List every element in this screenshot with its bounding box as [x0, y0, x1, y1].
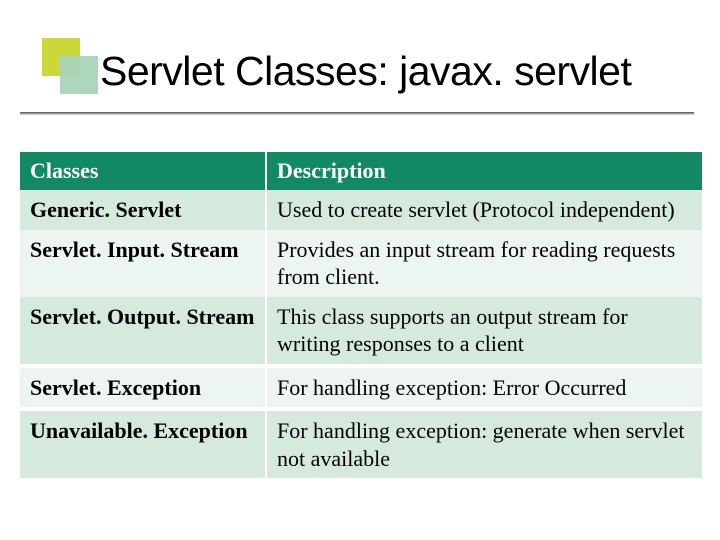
class-name-cell: Servlet. Output. Stream [20, 297, 266, 364]
col-header-classes: Classes [20, 152, 266, 190]
decor-square-front [60, 56, 98, 94]
table-row: Unavailable. Exception For handling exce… [20, 411, 702, 478]
class-name-cell: Servlet. Input. Stream [20, 230, 266, 297]
class-table-wrap: Classes Description Generic. Servlet Use… [0, 128, 720, 478]
slide: Servlet Classes: javax. servlet Classes … [0, 0, 720, 540]
class-table: Classes Description Generic. Servlet Use… [20, 152, 702, 478]
class-name-cell: Unavailable. Exception [20, 411, 266, 478]
table-row: Generic. Servlet Used to create servlet … [20, 190, 702, 230]
class-desc-cell: For handling exception: Error Occurred [266, 368, 702, 408]
title-underline [20, 112, 694, 115]
page-title: Servlet Classes: javax. servlet [100, 48, 631, 95]
class-name-cell: Generic. Servlet [20, 190, 266, 230]
table-row: Servlet. Output. Stream This class suppo… [20, 297, 702, 364]
title-area: Servlet Classes: javax. servlet [0, 56, 720, 128]
table-header-row: Classes Description [20, 152, 702, 190]
class-desc-cell: Provides an input stream for reading req… [266, 230, 702, 297]
table-row: Servlet. Exception For handling exceptio… [20, 368, 702, 408]
class-name-cell: Servlet. Exception [20, 368, 266, 408]
table-row: Servlet. Input. Stream Provides an input… [20, 230, 702, 297]
class-desc-cell: For handling exception: generate when se… [266, 411, 702, 478]
col-header-description: Description [266, 152, 702, 190]
class-desc-cell: Used to create servlet (Protocol indepen… [266, 190, 702, 230]
class-desc-cell: This class supports an output stream for… [266, 297, 702, 364]
